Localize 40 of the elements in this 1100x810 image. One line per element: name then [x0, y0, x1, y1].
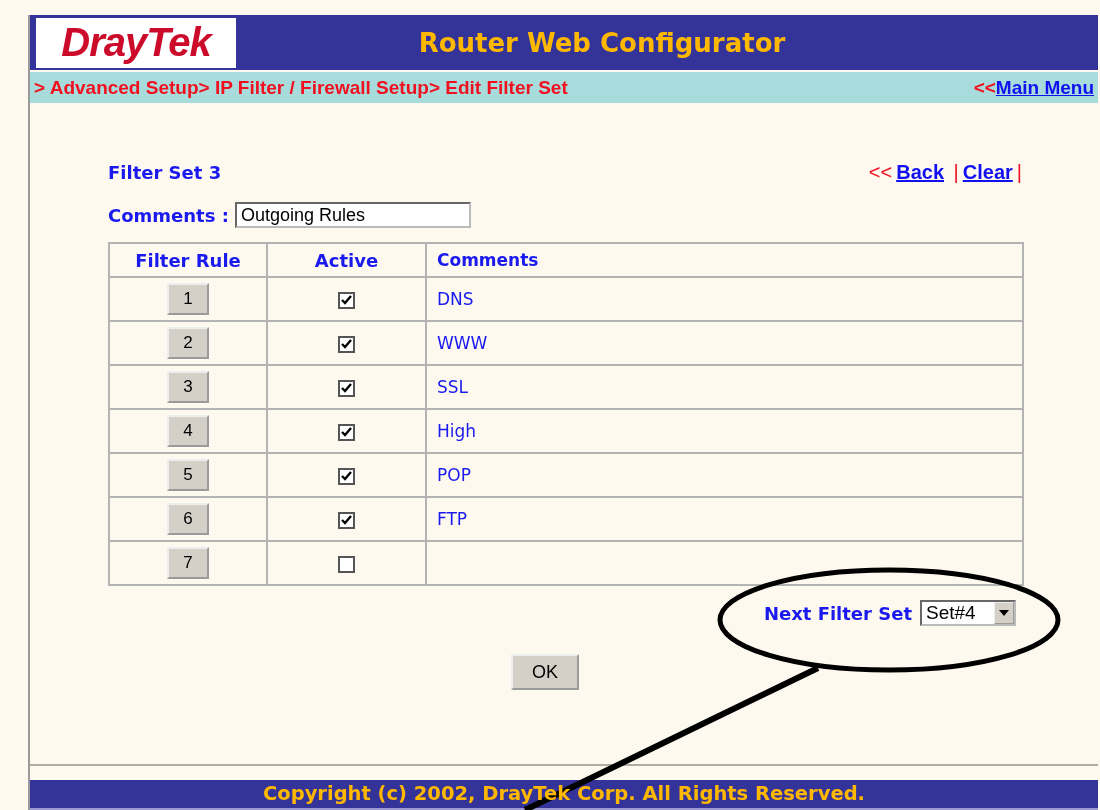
comments-field[interactable]: Outgoing Rules — [234, 202, 471, 228]
breadcrumb-path: > Advanced Setup> IP Filter / Firewall Setup> Edit Filter Set — [34, 76, 568, 99]
active-checkbox[interactable] — [338, 467, 355, 485]
column-header: Active — [267, 243, 426, 277]
link-prefix: << — [973, 76, 996, 99]
next-filter-set-dropdown[interactable]: Set#4 — [920, 600, 1016, 626]
filter-set-title: Filter Set 3 — [108, 162, 222, 183]
link-separator: | — [952, 161, 959, 184]
clear-link[interactable]: Clear — [962, 161, 1013, 184]
filter-rule-button[interactable]: 2 — [167, 327, 209, 359]
table-cell: WWW — [426, 321, 1023, 365]
main-menu-link[interactable]: Main Menu — [995, 76, 1094, 99]
filter-rule-button[interactable]: 5 — [167, 459, 209, 491]
column-header: Filter Rule — [109, 243, 267, 277]
caret-icon — [999, 610, 1009, 616]
filter-rule-button[interactable]: 3 — [167, 371, 209, 403]
link-separator: | — [1016, 161, 1022, 184]
table-cell: POP — [426, 453, 1023, 497]
table-cell: SSL — [426, 365, 1023, 409]
active-checkbox[interactable] — [338, 423, 355, 441]
column-header: Comments — [426, 243, 1023, 277]
active-checkbox[interactable] — [338, 291, 355, 309]
table-cell: DNS — [426, 277, 1023, 321]
ok-button[interactable]: OK — [511, 654, 579, 690]
active-checkbox[interactable] — [338, 511, 355, 529]
next-filter-set-label: Next Filter Set — [763, 602, 912, 624]
active-checkbox[interactable] — [338, 335, 355, 353]
table-cell: High — [426, 409, 1023, 453]
active-checkbox[interactable] — [338, 555, 355, 573]
back-link[interactable]: Back — [896, 161, 944, 184]
table-cell: FTP — [426, 497, 1023, 541]
comments-label: Comments : — [108, 204, 229, 226]
active-checkbox[interactable] — [338, 379, 355, 397]
link-prefix: << — [868, 161, 893, 184]
filter-rule-button[interactable]: 7 — [167, 547, 209, 579]
filter-rule-button[interactable]: 4 — [167, 415, 209, 447]
page-title: Router Web Configurator — [417, 27, 787, 58]
brand-logo: DrayTek — [36, 17, 236, 68]
filter-rule-button[interactable]: 6 — [167, 503, 209, 535]
filter-rule-button[interactable]: 1 — [167, 283, 209, 315]
